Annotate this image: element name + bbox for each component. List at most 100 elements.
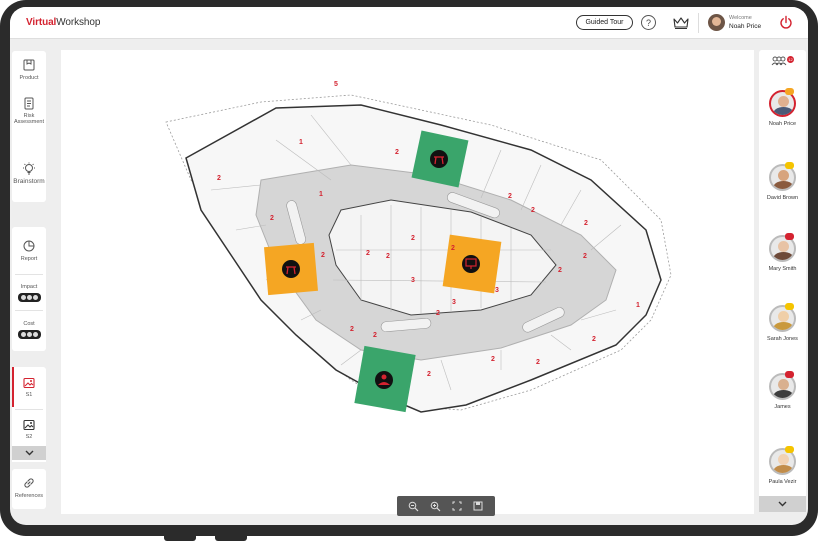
stool-marker-icon[interactable] [282, 260, 300, 278]
report-label: Report [20, 256, 38, 262]
zone-number: 2 [584, 220, 588, 227]
impact-toggle[interactable]: Impact [12, 284, 46, 302]
chevron-down-icon [778, 501, 787, 507]
save-button[interactable] [472, 500, 484, 512]
zone-number: 2 [321, 252, 325, 259]
zone-number: 2 [350, 326, 354, 333]
brainstorm-tool[interactable]: Brainstorm [12, 162, 46, 185]
power-icon[interactable] [779, 15, 793, 30]
welcome-text: Welcome [729, 15, 752, 21]
risk-assessment-label: Risk Assessment [14, 113, 44, 125]
report-tool[interactable]: Report [12, 239, 46, 262]
participants-scroll-down-button[interactable] [759, 496, 806, 512]
floor-plan[interactable]: 5 1 2 2 2 1 2 2 2 2 2 2 2 3 3 3 2 2 2 2 2 2 2 1 2 2 2 [61, 50, 754, 514]
fit-screen-button[interactable] [451, 500, 463, 512]
divider [15, 274, 43, 275]
slide-2[interactable]: S2 [12, 419, 46, 440]
zone-number: 5 [334, 81, 338, 88]
avatar-body [773, 107, 794, 115]
zone-number: 2 [373, 332, 377, 339]
status-badge [785, 371, 794, 378]
cost-traffic-light-icon [17, 330, 41, 339]
cost-toggle[interactable]: Cost [12, 321, 46, 339]
crown-icon[interactable] [672, 15, 690, 30]
zoom-toolbar [397, 496, 495, 516]
references-panel: References [12, 469, 46, 509]
participant[interactable]: Sarah Jones [759, 303, 806, 342]
avatar-face [778, 96, 789, 107]
references-tool[interactable]: References [12, 476, 46, 499]
zoom-out-button[interactable] [408, 500, 420, 512]
app-logo[interactable]: VirtualWorkshop [26, 17, 100, 28]
product-box-icon [23, 59, 35, 71]
zone-number: 1 [299, 139, 303, 146]
zone-number: 2 [436, 310, 440, 317]
status-badge [785, 162, 794, 169]
zone-number: 2 [558, 267, 562, 274]
participant[interactable]: Mary Smith [759, 233, 806, 272]
impact-label: Impact [20, 284, 38, 290]
avatar-body [773, 181, 794, 189]
avatar-holder [769, 88, 796, 117]
zone-number: 2 [583, 253, 587, 260]
zone-number: 2 [451, 245, 455, 252]
zone-number: 2 [508, 193, 512, 200]
slide-image-icon [23, 377, 35, 389]
monitor-marker-icon[interactable] [462, 255, 480, 273]
user-avatar[interactable] [708, 14, 725, 31]
avatar-face [778, 379, 789, 390]
zone-number: 3 [411, 277, 415, 284]
slide-1[interactable]: S1 [12, 377, 46, 398]
stool-marker-icon[interactable] [430, 150, 448, 168]
header-divider [698, 13, 699, 33]
fit-screen-icon [452, 501, 462, 511]
avatar-face [778, 170, 789, 181]
slide-image-icon [23, 419, 35, 431]
participant-name: Noah Price [768, 121, 797, 127]
risk-assessment-tool[interactable]: Risk Assessment [12, 96, 46, 125]
app-screen: VirtualWorkshop Guided Tour ? Welcome No… [10, 7, 808, 525]
people-marker-icon[interactable] [375, 371, 393, 389]
guided-tour-button[interactable]: Guided Tour [576, 15, 633, 30]
product-label: Product [19, 75, 39, 81]
avatar-face [778, 241, 789, 252]
save-icon [473, 501, 483, 511]
zone-number: 2 [592, 336, 596, 343]
product-tool[interactable]: Product [12, 58, 46, 81]
participants-panel: 12 Noah Price David Brown Mary Smith Sarah … [759, 50, 806, 510]
link-icon [24, 478, 34, 488]
zone-number: 2 [217, 175, 221, 182]
zone-number: 2 [536, 359, 540, 366]
avatar-body [773, 465, 794, 473]
chevron-down-icon [25, 450, 33, 456]
participant[interactable]: Noah Price [759, 88, 806, 127]
divider [15, 310, 43, 311]
avatar-body [773, 252, 794, 260]
zoom-in-icon [430, 501, 441, 511]
slide-1-label: S1 [25, 392, 33, 398]
participant[interactable]: David Brown [759, 162, 806, 201]
zone-number: 2 [531, 207, 535, 214]
references-label: References [14, 493, 44, 499]
team-count-badge: 12 [787, 56, 794, 63]
avatar-holder [769, 233, 796, 262]
status-badge [785, 88, 794, 95]
status-badge [785, 233, 794, 240]
floor-plan-canvas[interactable]: 5 1 2 2 2 1 2 2 2 2 2 2 2 3 3 3 2 2 2 2 2 2 2 1 2 2 2 [61, 50, 754, 516]
zone-number: 1 [636, 302, 640, 309]
avatar-face [778, 311, 789, 322]
help-icon[interactable]: ? [641, 15, 656, 30]
status-badge [785, 303, 794, 310]
participant[interactable]: James [759, 371, 806, 410]
team-icon[interactable] [771, 56, 787, 66]
zone-number: 3 [495, 287, 499, 294]
participant[interactable]: Paula Vezir [759, 446, 806, 485]
user-name: Noah Price [729, 23, 762, 30]
slides-scroll-down-button[interactable] [12, 446, 46, 460]
tablet-foot [215, 534, 247, 541]
avatar-holder [769, 371, 796, 400]
top-bar: VirtualWorkshop Guided Tour ? Welcome No… [10, 7, 808, 39]
zone-number: 2 [491, 356, 495, 363]
zoom-in-button[interactable] [429, 500, 441, 512]
status-badge [785, 446, 794, 453]
